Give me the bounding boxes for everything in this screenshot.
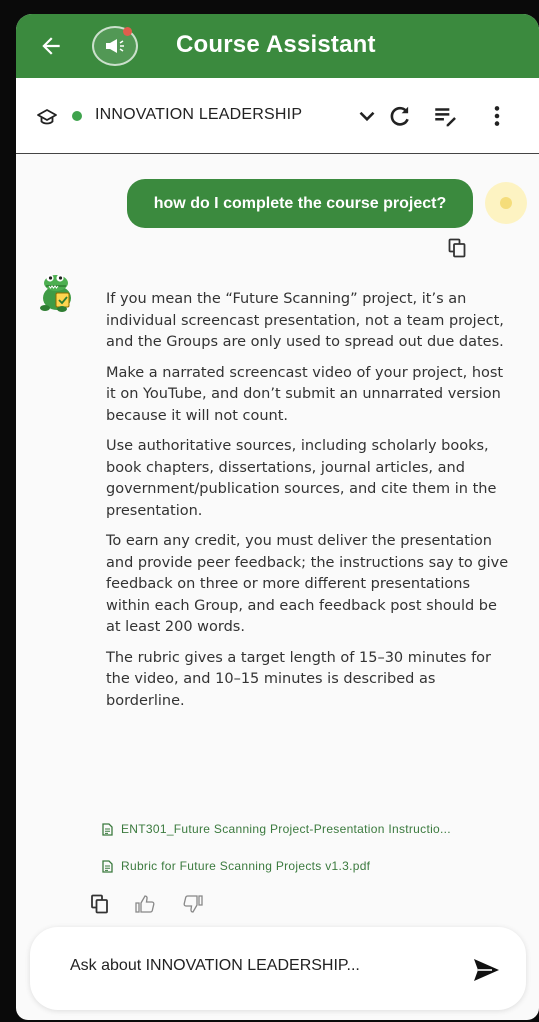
thumbs-up-icon[interactable]: [134, 894, 156, 914]
user-message-bubble: how do I complete the course project?: [127, 179, 473, 228]
document-icon: [102, 822, 113, 836]
copy-icon[interactable]: [448, 238, 466, 258]
online-status-dot: [72, 111, 82, 121]
edit-notes-icon[interactable]: [432, 103, 458, 129]
app-bar: Course Assistant: [16, 14, 539, 78]
user-message-row: how do I complete the course project?: [16, 177, 539, 237]
crocodile-mascot-icon: [40, 274, 71, 312]
thumbs-down-icon[interactable]: [182, 894, 204, 914]
chevron-down-icon[interactable]: [354, 103, 380, 129]
answer-paragraph: Use authoritative sources, including sch…: [106, 438, 497, 519]
source-link[interactable]: Rubric for Future Scanning Projects v1.3…: [102, 859, 370, 873]
answer-paragraph: The rubric gives a target length of 15–3…: [106, 649, 492, 709]
course-toolbar: INNOVATION LEADERSHIP: [16, 78, 539, 154]
send-icon[interactable]: [471, 957, 501, 983]
back-arrow-icon[interactable]: [38, 33, 64, 59]
source-link-label: Rubric for Future Scanning Projects v1.3…: [121, 859, 371, 873]
page-title: Course Assistant: [176, 31, 376, 58]
source-link[interactable]: ENT301_Future Scanning Project-Presentat…: [102, 822, 451, 836]
source-link-label: ENT301_Future Scanning Project-Presentat…: [121, 822, 451, 836]
chat-window: Course Assistant INNOVATION LEADERSHIP h…: [16, 14, 539, 1020]
assistant-logo: [92, 26, 138, 66]
message-composer: [30, 927, 526, 1010]
answer-paragraph: Make a narrated screencast video of your…: [106, 364, 504, 424]
course-selector-label[interactable]: INNOVATION LEADERSHIP: [95, 106, 302, 124]
document-icon: [102, 859, 113, 873]
answer-paragraph: To earn any credit, you must deliver the…: [106, 533, 509, 635]
user-avatar: [485, 182, 527, 224]
more-vert-icon[interactable]: [484, 103, 510, 129]
notification-dot: [123, 27, 132, 36]
megaphone-icon: [106, 39, 124, 53]
copy-icon[interactable]: [90, 894, 112, 914]
chat-input[interactable]: [70, 957, 430, 975]
graduation-cap-icon: [37, 109, 57, 125]
assistant-message: If you mean the “Future Scanning” projec…: [106, 289, 516, 721]
answer-paragraph: If you mean the “Future Scanning” projec…: [106, 291, 504, 350]
refresh-icon[interactable]: [387, 103, 413, 129]
